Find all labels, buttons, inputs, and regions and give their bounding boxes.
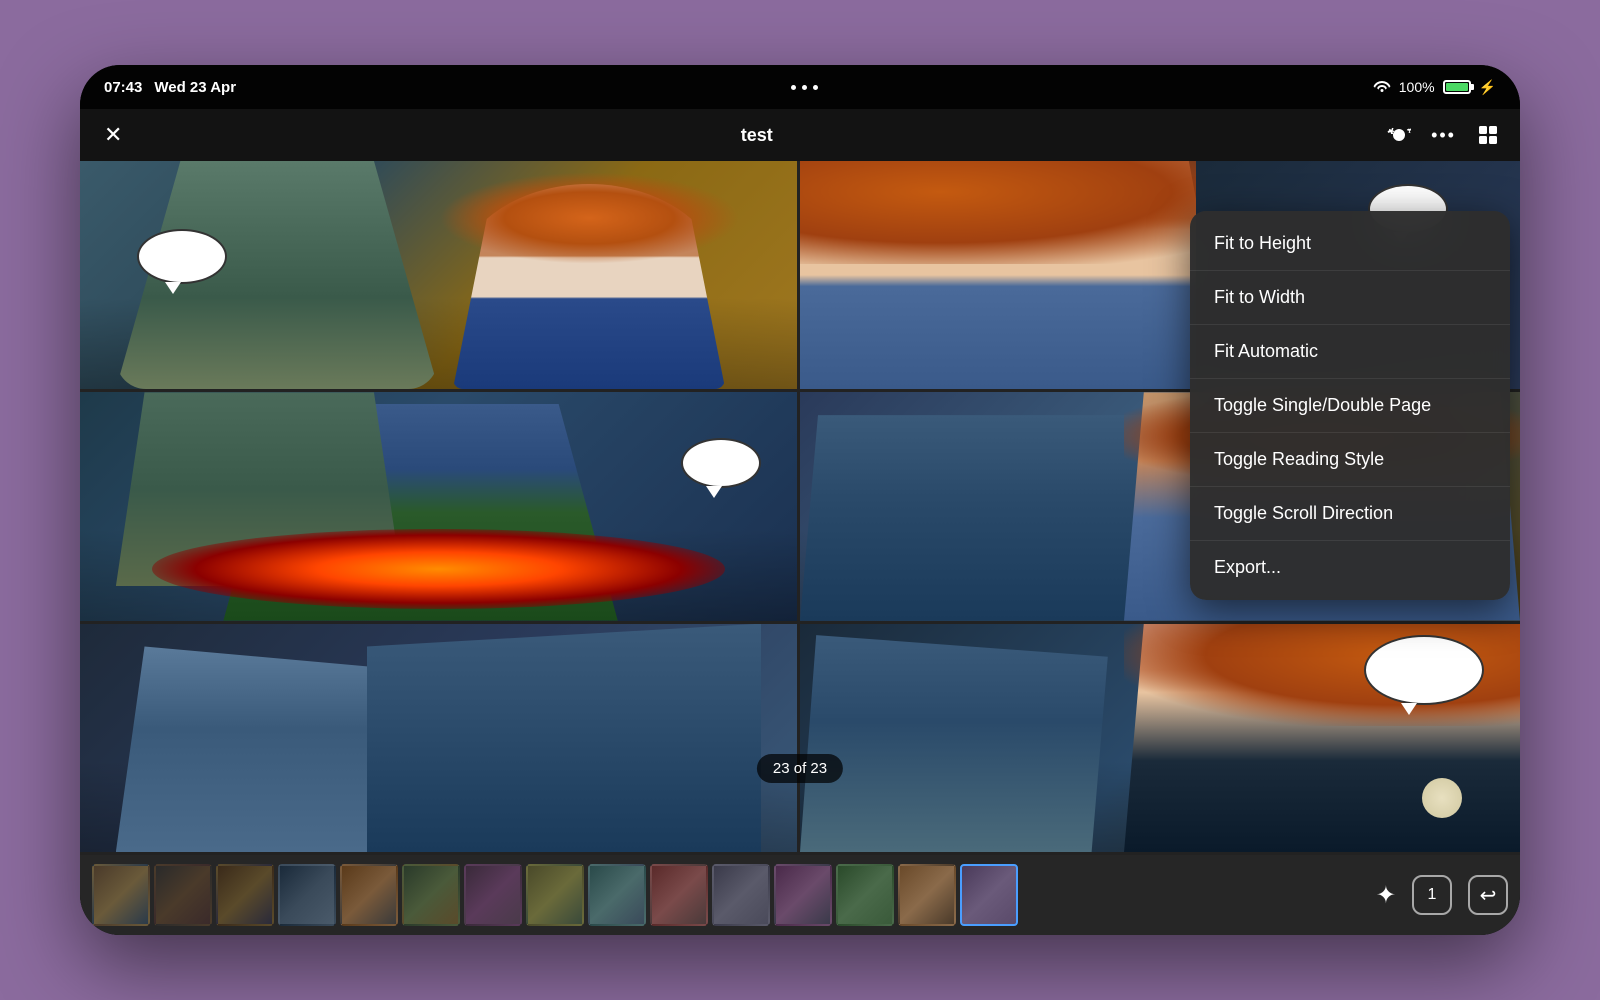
moon (1422, 778, 1462, 818)
nav-right: ••• (1387, 123, 1500, 147)
thumbnail-10[interactable] (650, 864, 708, 926)
back-icon: ↩ (1480, 883, 1497, 908)
comic-panel-1 (80, 161, 797, 392)
toggle-scroll-label: Toggle Scroll Direction (1214, 503, 1393, 524)
battery-bolt: ⚡ (1479, 79, 1496, 96)
nav-bar: ✕ test ••• (80, 109, 1520, 161)
thumbnail-5[interactable] (340, 864, 398, 926)
menu-export[interactable]: Export... (1190, 541, 1510, 594)
fit-height-label: Fit to Height (1214, 233, 1311, 254)
thumbnail-6[interactable] (402, 864, 460, 926)
thumbnail-13[interactable] (836, 864, 894, 926)
more-button[interactable]: ••• (1431, 125, 1456, 146)
battery-percent: 100% (1399, 79, 1435, 95)
thumbnail-9[interactable] (588, 864, 646, 926)
speech-bubble-6 (1364, 635, 1484, 705)
comic-left-column (80, 161, 800, 855)
thumbnail-8[interactable] (526, 864, 584, 926)
dot-3 (813, 85, 818, 90)
page-number-button[interactable]: 1 (1412, 875, 1452, 915)
toggle-page-label: Toggle Single/Double Page (1214, 395, 1431, 416)
thumbnail-14[interactable] (898, 864, 956, 926)
hair-1 (439, 172, 740, 263)
fit-automatic-label: Fit Automatic (1214, 341, 1318, 362)
tablet-screen: 07:43 Wed 23 Apr 100% (80, 65, 1520, 935)
date-display: Wed 23 Apr (154, 79, 236, 96)
menu-fit-automatic[interactable]: Fit Automatic (1190, 325, 1510, 379)
fit-width-label: Fit to Width (1214, 287, 1305, 308)
context-menu: Fit to Height Fit to Width Fit Automatic… (1190, 211, 1510, 600)
status-right: 100% ⚡ (1373, 78, 1496, 97)
battery-icon (1443, 80, 1471, 94)
time-display: 07:43 (104, 79, 142, 96)
export-label: Export... (1214, 557, 1281, 578)
page-number-label: 1 (1428, 886, 1437, 904)
thumbnail-1[interactable] (92, 864, 150, 926)
page-indicator: 23 of 23 (757, 754, 843, 783)
thumbnail-12[interactable] (774, 864, 832, 926)
dot-1 (791, 85, 796, 90)
status-left: 07:43 Wed 23 Apr (104, 79, 236, 96)
menu-toggle-scroll[interactable]: Toggle Scroll Direction (1190, 487, 1510, 541)
main-content: 23 of 23 Fit to Height Fit to Width Fit … (80, 161, 1520, 855)
thumbnail-2[interactable] (154, 864, 212, 926)
menu-fit-width[interactable]: Fit to Width (1190, 271, 1510, 325)
close-button[interactable]: ✕ (100, 120, 126, 150)
dot-2 (802, 85, 807, 90)
hero-figure-5 (800, 415, 1160, 620)
char-3b (367, 624, 761, 852)
menu-toggle-page[interactable]: Toggle Single/Double Page (1190, 379, 1510, 433)
page-count: 23 of 23 (773, 760, 827, 777)
nav-left: ✕ (100, 120, 126, 150)
speech-bubble-2 (681, 438, 761, 488)
status-center (791, 85, 818, 90)
menu-fit-height[interactable]: Fit to Height (1190, 217, 1510, 271)
wifi-icon (1373, 78, 1391, 97)
menu-toggle-reading[interactable]: Toggle Reading Style (1190, 433, 1510, 487)
char-3a (116, 646, 403, 851)
nav-title: test (741, 125, 773, 146)
thumbnail-7[interactable] (464, 864, 522, 926)
toggle-reading-label: Toggle Reading Style (1214, 449, 1384, 470)
thumbnail-4[interactable] (278, 864, 336, 926)
settings-button[interactable] (1387, 123, 1411, 147)
thumbnail-3[interactable] (216, 864, 274, 926)
tablet-frame: 07:43 Wed 23 Apr 100% (80, 65, 1520, 935)
grid-button[interactable] (1476, 123, 1500, 147)
thumbnail-15-active[interactable] (960, 864, 1018, 926)
comic-panel-3 (80, 624, 797, 855)
status-bar: 07:43 Wed 23 Apr 100% (80, 65, 1520, 109)
thumbnail-strip-actions: ✦ 1 ↩ (1364, 875, 1508, 915)
sparkle-button[interactable]: ✦ (1376, 881, 1396, 910)
comic-panel-6 (800, 624, 1520, 855)
fire-effect (152, 529, 726, 609)
thumbnail-11[interactable] (712, 864, 770, 926)
hero-figure-6a (800, 635, 1124, 852)
thumbnail-strip: ✦ 1 ↩ (80, 855, 1520, 935)
comic-panel-2 (80, 392, 797, 623)
back-button[interactable]: ↩ (1468, 875, 1508, 915)
